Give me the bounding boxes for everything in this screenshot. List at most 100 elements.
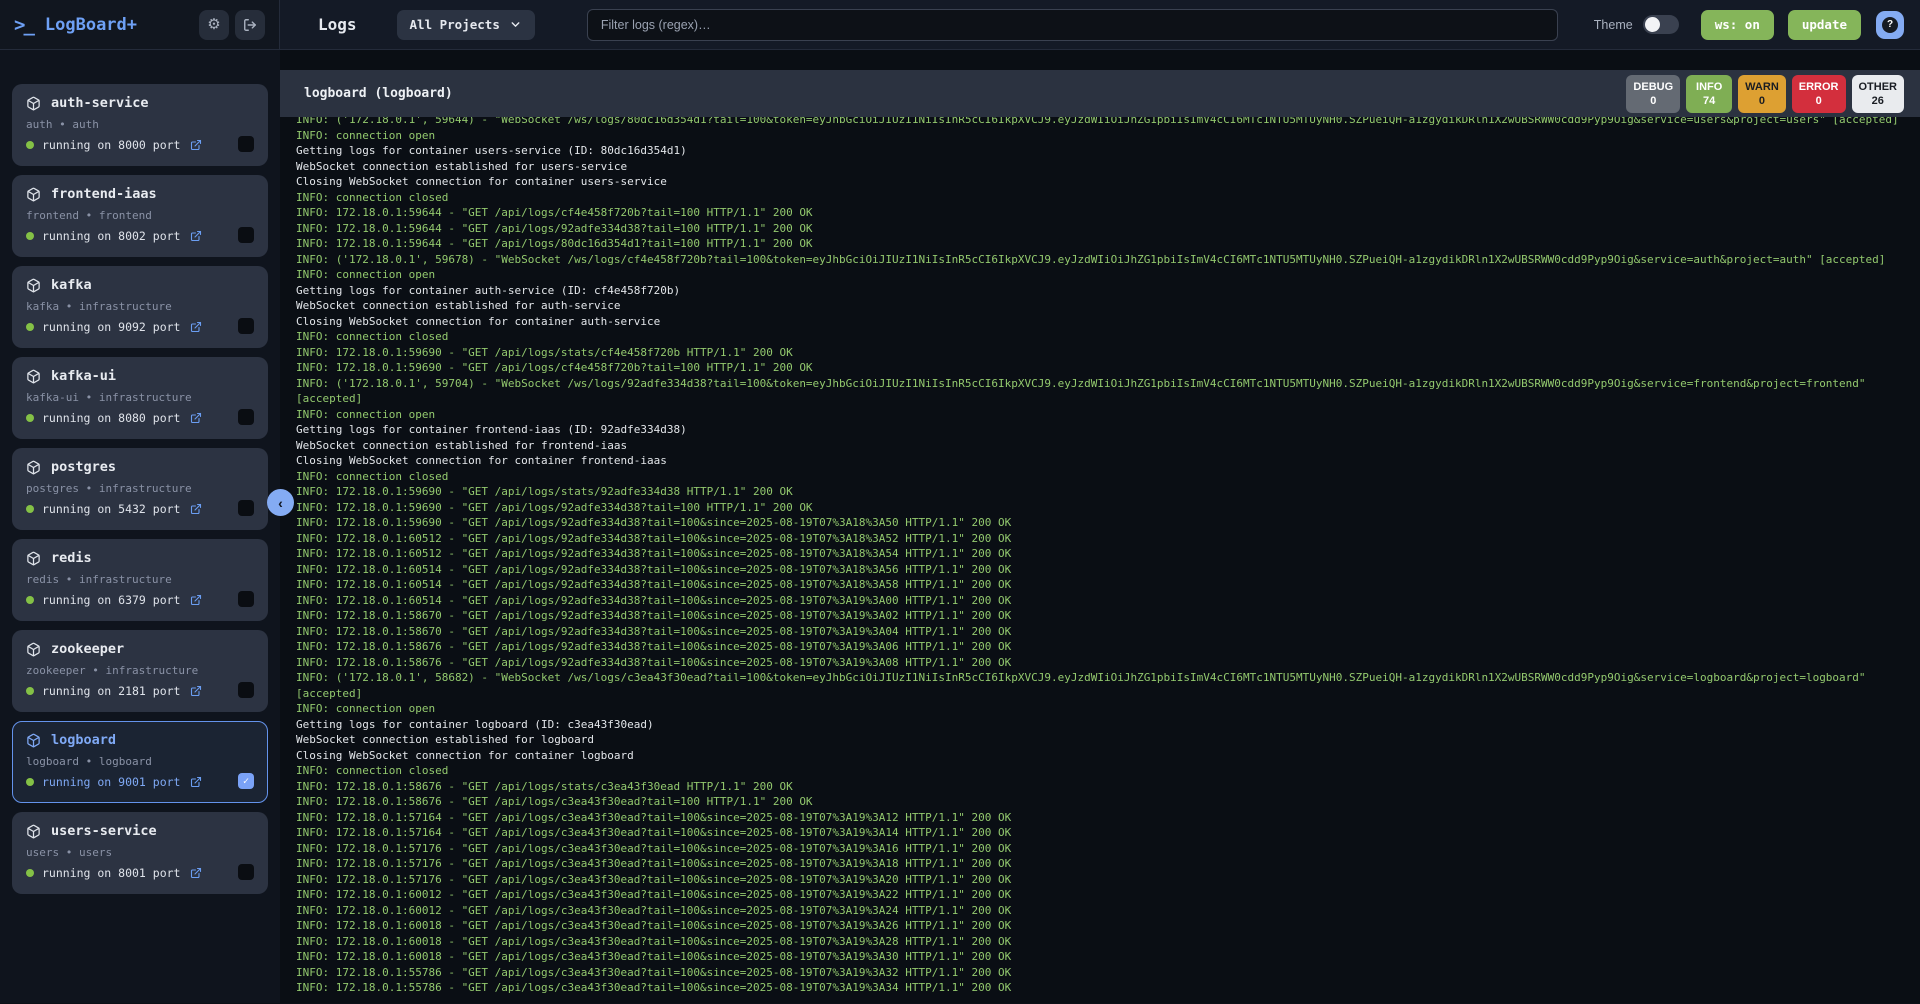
external-link-icon[interactable] (190, 776, 202, 788)
running-status-dot (26, 414, 34, 422)
service-card[interactable]: kafka kafka • infrastructure running on … (12, 266, 268, 348)
package-icon (26, 369, 41, 384)
service-name: redis (51, 550, 92, 566)
service-card[interactable]: postgres postgres • infrastructure runni… (12, 448, 268, 530)
service-status-row: running on 8002 port (26, 229, 254, 243)
log-line: INFO: 172.18.0.1:59690 - "GET /api/logs/… (296, 484, 1912, 500)
log-line: INFO: ('172.18.0.1', 59644) - "WebSocket… (296, 117, 1912, 128)
service-select-checkbox[interactable] (238, 682, 254, 698)
service-status: running on 8000 port (42, 138, 180, 152)
service-status-row: running on 8001 port (26, 866, 254, 880)
service-card[interactable]: users-service users • users running on 8… (12, 812, 268, 894)
badge-label: DEBUG (1633, 80, 1673, 94)
external-link-icon[interactable] (190, 867, 202, 879)
log-line: INFO: 172.18.0.1:60018 - "GET /api/logs/… (296, 934, 1912, 950)
theme-toggle[interactable] (1643, 15, 1679, 34)
service-select-checkbox[interactable] (238, 136, 254, 152)
service-card[interactable]: zookeeper zookeeper • infrastructure run… (12, 630, 268, 712)
external-link-icon[interactable] (190, 685, 202, 697)
services-sidebar: auth-service auth • auth running on 8000… (0, 50, 280, 1003)
service-meta: auth • auth (26, 118, 254, 131)
external-link-icon[interactable] (190, 503, 202, 515)
log-line: INFO: connection open (296, 701, 1912, 717)
service-select-checkbox[interactable] (238, 409, 254, 425)
log-line: WebSocket connection established for log… (296, 732, 1912, 748)
log-line: INFO: connection open (296, 407, 1912, 423)
service-meta: redis • infrastructure (26, 573, 254, 586)
log-line: INFO: ('172.18.0.1', 58682) - "WebSocket… (296, 670, 1912, 686)
topbar: >_ LogBoard+ ⚙ Logs All Projects Theme w… (0, 0, 1920, 50)
service-name: postgres (51, 459, 116, 475)
service-name: kafka-ui (51, 368, 116, 384)
question-mark-icon: ? (1882, 17, 1898, 33)
level-badge: ERROR 0 (1792, 75, 1846, 113)
badge-count: 74 (1703, 94, 1715, 108)
service-select-checkbox[interactable] (238, 591, 254, 607)
ws-status-button[interactable]: ws: on (1701, 10, 1774, 40)
log-line: INFO: 172.18.0.1:60512 - "GET /api/logs/… (296, 531, 1912, 547)
sidebar-collapse-button[interactable]: ‹ (267, 489, 294, 516)
log-line: INFO: 172.18.0.1:59644 - "GET /api/logs/… (296, 205, 1912, 221)
running-status-dot (26, 505, 34, 513)
log-line: INFO: 172.18.0.1:57164 - "GET /api/logs/… (296, 825, 1912, 841)
service-select-checkbox[interactable] (238, 773, 254, 789)
log-line: Closing WebSocket connection for contain… (296, 453, 1912, 469)
log-line: INFO: connection closed (296, 190, 1912, 206)
service-meta: kafka • infrastructure (26, 300, 254, 313)
package-icon (26, 551, 41, 566)
external-link-icon[interactable] (190, 321, 202, 333)
service-card[interactable]: auth-service auth • auth running on 8000… (12, 84, 268, 166)
update-button[interactable]: update (1788, 10, 1861, 40)
service-card[interactable]: redis redis • infrastructure running on … (12, 539, 268, 621)
gear-icon: ⚙ (207, 17, 220, 32)
log-line: INFO: 172.18.0.1:59690 - "GET /api/logs/… (296, 360, 1912, 376)
service-select-checkbox[interactable] (238, 318, 254, 334)
log-line: INFO: 172.18.0.1:58670 - "GET /api/logs/… (296, 624, 1912, 640)
external-link-icon[interactable] (190, 230, 202, 242)
log-line: INFO: 172.18.0.1:59644 - "GET /api/logs/… (296, 236, 1912, 252)
log-line: Getting logs for container auth-service … (296, 283, 1912, 299)
service-status-row: running on 2181 port (26, 684, 254, 698)
log-line: WebSocket connection established for use… (296, 159, 1912, 175)
log-line: INFO: 172.18.0.1:58676 - "GET /api/logs/… (296, 655, 1912, 671)
log-line: INFO: 172.18.0.1:59690 - "GET /api/logs/… (296, 500, 1912, 516)
package-icon (26, 96, 41, 111)
service-meta: kafka-ui • infrastructure (26, 391, 254, 404)
running-status-dot (26, 323, 34, 331)
service-card[interactable]: kafka-ui kafka-ui • infrastructure runni… (12, 357, 268, 439)
service-meta: frontend • frontend (26, 209, 254, 222)
badge-count: 0 (1759, 94, 1765, 108)
log-line: INFO: ('172.18.0.1', 59678) - "WebSocket… (296, 252, 1912, 268)
logout-button[interactable] (235, 10, 265, 40)
log-line: INFO: 172.18.0.1:60514 - "GET /api/logs/… (296, 577, 1912, 593)
service-status-row: running on 8080 port (26, 411, 254, 425)
settings-button[interactable]: ⚙ (199, 10, 229, 40)
service-select-checkbox[interactable] (238, 864, 254, 880)
log-line: INFO: 172.18.0.1:55786 - "GET /api/logs/… (296, 980, 1912, 996)
log-line: INFO: connection open (296, 267, 1912, 283)
project-filter-dropdown[interactable]: All Projects (397, 10, 535, 40)
running-status-dot (26, 141, 34, 149)
log-line: INFO: 172.18.0.1:59690 - "GET /api/logs/… (296, 345, 1912, 361)
log-line: INFO: 172.18.0.1:60514 - "GET /api/logs/… (296, 562, 1912, 578)
log-line: [accepted] (296, 391, 1912, 407)
service-card[interactable]: frontend-iaas frontend • frontend runnin… (12, 175, 268, 257)
service-meta: zookeeper • infrastructure (26, 664, 254, 677)
external-link-icon[interactable] (190, 594, 202, 606)
service-meta: postgres • infrastructure (26, 482, 254, 495)
service-select-checkbox[interactable] (238, 227, 254, 243)
log-output[interactable]: INFO: ('172.18.0.1', 59644) - "WebSocket… (280, 117, 1920, 1003)
log-filter-input[interactable] (587, 9, 1558, 41)
external-link-icon[interactable] (190, 412, 202, 424)
app-title: LogBoard+ (45, 15, 193, 35)
external-link-icon[interactable] (190, 139, 202, 151)
topbar-main: Logs All Projects Theme ws: on update ? (280, 0, 1920, 49)
log-line: INFO: 172.18.0.1:58676 - "GET /api/logs/… (296, 794, 1912, 810)
service-status: running on 8080 port (42, 411, 180, 425)
service-select-checkbox[interactable] (238, 500, 254, 516)
log-line: INFO: 172.18.0.1:60012 - "GET /api/logs/… (296, 887, 1912, 903)
badge-label: OTHER (1859, 80, 1898, 94)
service-card[interactable]: logboard logboard • logboard running on … (12, 721, 268, 803)
log-line: INFO: 172.18.0.1:57176 - "GET /api/logs/… (296, 841, 1912, 857)
help-button[interactable]: ? (1876, 11, 1904, 39)
